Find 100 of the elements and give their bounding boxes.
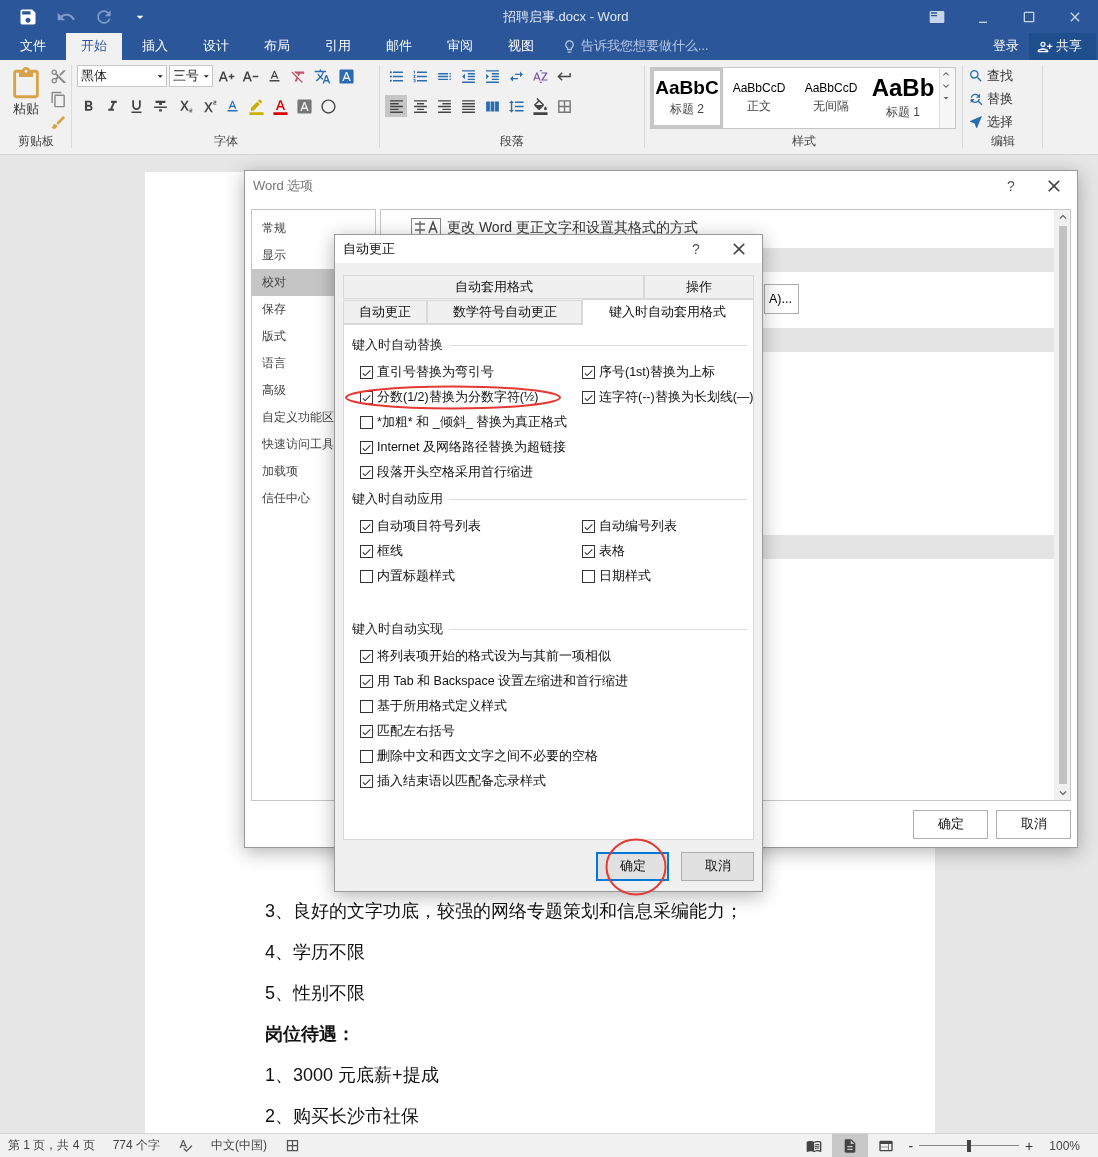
checkbox-label: 框线 [377,543,403,560]
zoom-out-button[interactable]: - [904,1137,918,1154]
ribbon-tab[interactable]: 布局 [249,33,305,60]
font-name-field[interactable]: 黑体 [77,65,167,87]
dialog-tab[interactable]: 自动套用格式 [343,275,645,299]
checkbox[interactable] [360,570,373,583]
checkbox-label: 将列表项开始的格式设为与其前一项相似 [377,648,611,665]
proofing-icon[interactable] [178,1138,194,1153]
group-label: 样式 [790,134,817,148]
document-paragraph: 1、3000 元底薪+提成 [265,1064,440,1087]
zoom-in-button[interactable]: + [1021,1137,1038,1154]
ribbon-tab[interactable]: 引用 [310,33,366,60]
checkbox-label: 自动项目符号列表 [377,518,481,535]
checkbox[interactable] [360,520,373,533]
dialog-button[interactable]: 取消 [996,809,1071,839]
zoom-thumb[interactable] [967,1139,972,1152]
checkbox[interactable] [582,570,595,583]
dialog-tab[interactable]: 自动更正 [343,300,428,324]
share-button[interactable]: 共享 [1029,33,1096,60]
checkbox-label: 删除中文和西文文字之间不必要的空格 [377,748,598,765]
checkbox-label: 匹配左右括号 [377,723,455,740]
window-title: 招聘启事.docx - Word [502,7,630,26]
section-title: 键入时自动实现 [352,620,443,638]
group-label: 段落 [499,134,525,148]
checkbox-label: 段落开头空格采用首行缩进 [377,464,533,481]
checkbox[interactable] [582,366,595,379]
checkbox[interactable] [360,416,373,429]
ribbon-tab[interactable]: 插入 [127,33,183,60]
paste-button[interactable]: 粘贴 [5,65,47,134]
ribbon-tab[interactable]: 视图 [493,33,549,60]
document-paragraph: 岗位待遇： [265,1023,356,1046]
checkbox[interactable] [360,725,373,738]
document-paragraph: 5、性别不限 [265,982,366,1005]
search-icon [968,68,984,84]
dialog-tab[interactable]: 键入时自动套用格式 [581,299,754,325]
dialog-tab[interactable]: 操作 [644,275,754,299]
checkbox[interactable] [360,750,373,763]
checkbox-label: 日期样式 [599,568,651,585]
font-size-field[interactable]: 三号 [169,65,213,87]
help-button[interactable]: ? [676,240,716,258]
scroll-thumb[interactable] [1058,226,1067,784]
ribbon-tab[interactable]: 审阅 [432,33,488,60]
autocorrect-options-button[interactable]: A)... [764,284,799,314]
dialog-button[interactable]: 确定 [596,851,669,881]
edit-command[interactable]: 查找 [968,65,1013,87]
dialog-button[interactable]: 取消 [681,851,754,881]
dialog-tab[interactable]: 数学符号自动更正 [427,300,582,324]
document-paragraph: 3、良好的文字功底，较强的网络专题策划和信息采编能力； [265,900,744,923]
ribbon-tab[interactable]: 文件 [5,33,61,60]
dialog-button[interactable]: 确定 [913,809,988,839]
ribbon-tab[interactable]: 开始 [66,33,122,60]
replace-icon [968,91,984,107]
help-button[interactable]: ? [991,177,1031,195]
checkbox-label: 表格 [599,543,625,560]
ribbon-tab[interactable]: 邮件 [371,33,427,60]
checkbox[interactable] [360,366,373,379]
nav-item[interactable]: 常规 [252,215,375,242]
checkbox[interactable] [582,391,595,404]
checkbox-label: *加粗* 和 _倾斜_ 替换为真正格式 [377,414,568,431]
lightbulb-icon [562,39,577,54]
checkbox[interactable] [360,650,373,663]
checkbox-label: 连字符(--)替换为长划线(—) [599,389,754,406]
checkbox-label: 插入结束语以匹配备忘录样式 [377,773,546,790]
edit-command[interactable]: 选择 [968,111,1013,133]
checkbox-label: 分数(1/2)替换为分数字符(½) [377,389,539,406]
align-left-icon[interactable] [385,95,407,117]
checkbox[interactable] [582,520,595,533]
checkbox-label: 自动编号列表 [599,518,677,535]
section-title: 键入时自动应用 [352,490,443,508]
checkbox[interactable] [360,775,373,788]
checkbox-label: 内置标题样式 [377,568,455,585]
checkbox[interactable] [360,545,373,558]
sign-in-button[interactable]: 登录 [983,33,1029,60]
edit-command[interactable]: 替换 [968,88,1013,110]
group-label: 字体 [212,134,239,148]
group-label: 剪贴板 [16,134,55,148]
page-count: 第 1 页，共 4 页 [8,1137,95,1154]
ribbon-tab[interactable]: 设计 [188,33,244,60]
checkbox[interactable] [360,441,373,454]
checkbox[interactable] [360,675,373,688]
document-paragraph: 4、学历不限 [265,941,366,964]
cursor-arrow-icon [968,114,984,130]
zoom-level: 100% [1049,1138,1080,1153]
dialog-title: 自动更正 [343,240,396,258]
group-label: 编辑 [989,134,1016,148]
page-icon[interactable] [832,1134,869,1157]
checkbox-label: Internet 及网络路径替换为超链接 [377,439,566,456]
checkbox[interactable] [360,466,373,479]
checkbox-label: 序号(1st)替换为上标 [599,364,715,381]
checkbox-label: 基于所用格式定义样式 [377,698,507,715]
pane-heading: 更改 Word 更正文字和设置其格式的方式 [447,219,698,237]
tell-me-field[interactable]: 告诉我您想要做什么... [562,33,983,60]
checkbox-label: 直引号替换为弯引号 [377,364,494,381]
style-item[interactable]: AaBbC 标题 2 [651,68,723,128]
checkbox[interactable] [582,545,595,558]
checkbox[interactable] [360,700,373,713]
document-paragraph: 2、购买长沙市社保 [265,1105,420,1128]
word-count: 774 个字 [112,1137,161,1154]
section-title: 键入时自动替换 [352,336,443,354]
dialog-title: Word 选项 [253,177,315,195]
